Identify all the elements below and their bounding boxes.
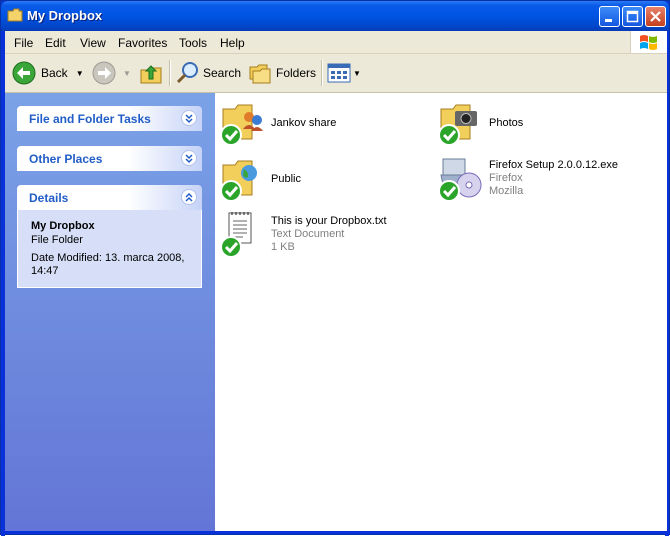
minimize-icon [605,19,612,22]
file-list: Jankov share Photos Public Firefox Setup… [215,93,667,531]
window-title: My Dropbox [27,8,103,23]
maximize-icon [626,10,639,23]
folder-icon [7,8,23,22]
toolbar-separator [321,60,323,86]
file-item[interactable]: Jankov share [219,99,429,147]
folders-button[interactable]: Folders [248,58,316,88]
back-button[interactable]: Back ▼ [11,58,84,88]
folders-label: Folders [276,66,317,80]
menu-tools[interactable]: Tools [179,36,207,50]
details-name: My Dropbox [31,220,95,232]
details-type: File Folder [31,234,83,246]
chevron-down-icon[interactable]: ▼ [123,69,131,78]
views-icon [327,63,351,83]
file-item[interactable]: Photos [437,99,647,147]
up-folder-icon [140,65,162,84]
chevron-down-icon[interactable]: ▼ [76,69,84,78]
menu-bar: File Edit View Favorites Tools Help [5,31,667,54]
explorer-content: File and Folder Tasks Other Places Detai… [5,93,667,531]
back-arrow-icon [12,61,36,85]
file-item[interactable]: Public [219,155,429,203]
other-places-label: Other Places [29,152,103,166]
toolbar-separator [169,60,171,86]
menu-help[interactable]: Help [220,36,245,50]
windows-logo-icon [630,31,667,53]
file-name: Public [271,173,301,185]
file-item[interactable]: Firefox Setup 2.0.0.12.exe Firefox Mozil… [437,155,647,203]
expand-chevron-icon[interactable] [181,150,197,166]
folders-icon [249,64,271,84]
menu-favorites[interactable]: Favorites [118,36,167,50]
expand-chevron-icon[interactable] [181,110,197,126]
menu-view[interactable]: View [80,36,106,50]
file-folder-tasks-panel[interactable]: File and Folder Tasks [17,106,202,131]
search-button[interactable]: Search [175,58,241,88]
maximize-button[interactable] [622,6,643,27]
file-description: Firefox [489,172,523,184]
details-panel[interactable]: Details [17,185,202,210]
magnifier-icon [176,62,198,84]
menu-file[interactable]: File [14,36,33,50]
file-name: Photos [489,117,524,129]
close-button[interactable] [645,6,666,27]
collapse-chevron-icon[interactable] [181,189,197,205]
title-bar[interactable]: My Dropbox [1,1,669,31]
shared-folder-icon [220,104,263,146]
file-name: Firefox Setup 2.0.0.12.exe [489,159,619,171]
file-size: 1 KB [271,241,295,253]
file-name: This is your Dropbox.txt [271,215,387,227]
details-label: Details [29,191,69,205]
file-type: Text Document [271,228,345,240]
views-button[interactable]: ▼ [327,58,361,88]
details-modified: Date Modified: 13. marca 2008, 14:47 [31,252,185,277]
menu-edit[interactable]: Edit [45,36,66,50]
file-name: Jankov share [271,117,337,129]
close-icon [650,11,661,22]
chevron-down-icon[interactable]: ▼ [353,69,361,78]
forward-arrow-icon [92,61,116,85]
task-pane: File and Folder Tasks Other Places Detai… [5,93,215,531]
text-document-icon [220,212,252,258]
file-item[interactable]: This is your Dropbox.txt Text Document 1… [219,211,429,259]
minimize-button[interactable] [599,6,620,27]
installer-icon [438,158,482,202]
web-folder-icon [220,160,257,202]
file-company: Mozilla [489,185,524,197]
up-folder-button[interactable] [139,58,163,88]
search-label: Search [203,66,242,80]
explorer-window: My Dropbox File Edit View Favorites Tool… [0,0,670,536]
details-body: My Dropbox File Folder Date Modified: 13… [17,210,202,288]
other-places-panel[interactable]: Other Places [17,146,202,171]
file-folder-tasks-label: File and Folder Tasks [29,112,151,126]
forward-button[interactable]: ▼ [91,58,131,88]
toolbar: Back ▼ ▼ Search Folders ▼ [5,54,667,93]
back-label: Back [41,66,68,80]
camera-folder-icon [438,104,477,146]
